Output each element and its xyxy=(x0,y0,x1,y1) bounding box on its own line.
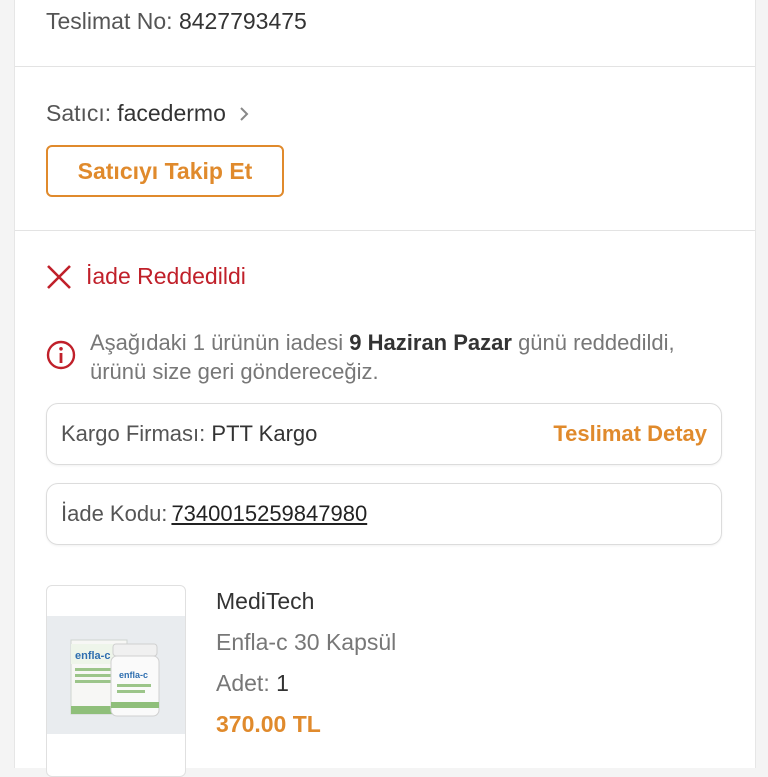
delivery-number-value: 8427793475 xyxy=(178,8,307,34)
cargo-box: Kargo Firması: PTT Kargo Teslimat Detay xyxy=(46,403,722,465)
product-brand: MediTech xyxy=(216,588,315,614)
cargo-company-name: PTT Kargo xyxy=(211,421,318,446)
info-date: 9 Haziran Pazar xyxy=(349,330,512,355)
quantity-value: 1 xyxy=(276,670,289,696)
delivery-number-section: Teslimat No: 8427793475 xyxy=(15,0,755,67)
product-image-label-bottle: enfla-c xyxy=(119,670,148,680)
seller-link[interactable]: Satıcı: facedermo xyxy=(46,100,252,127)
return-status: İade Reddedildi xyxy=(46,263,246,290)
delivery-number-label: Teslimat No: xyxy=(46,8,173,34)
product-quantity: Adet: 1 xyxy=(216,670,396,697)
info-text-before: Aşağıdaki 1 ürünün iadesi xyxy=(90,330,344,355)
quantity-label: Adet: xyxy=(216,670,270,696)
return-code-box: İade Kodu: 7340015259847980 xyxy=(46,483,722,545)
product-image-label-box: enfla-c xyxy=(75,650,110,662)
product-image[interactable]: enfla-c enfla-c xyxy=(46,585,186,777)
follow-seller-button[interactable]: Satıcıyı Takip Et xyxy=(46,145,284,197)
info-icon xyxy=(46,340,76,370)
seller-label: Satıcı: xyxy=(46,100,112,126)
product-price: 370.00 TL xyxy=(216,711,321,737)
cargo-label: Kargo Firması: xyxy=(61,421,206,446)
cargo-company: Kargo Firması: PTT Kargo xyxy=(61,421,317,447)
product-info: MediTech Enfla-c 30 Kapsül Adet: 1 370.0… xyxy=(216,588,396,738)
return-status-label: İade Reddedildi xyxy=(86,263,246,289)
return-code-label: İade Kodu: xyxy=(61,501,168,526)
delivery-detail-link[interactable]: Teslimat Detay xyxy=(553,421,707,447)
close-icon xyxy=(47,264,71,289)
product-name[interactable]: Enfla-c 30 Kapsül xyxy=(216,629,396,656)
delivery-number: Teslimat No: 8427793475 xyxy=(46,8,307,35)
seller-section: Satıcı: facedermo Satıcıyı Takip Et xyxy=(15,66,755,231)
return-info-message: Aşağıdaki 1 ürünün iadesi 9 Haziran Paza… xyxy=(46,328,686,386)
return-code-value[interactable]: 7340015259847980 xyxy=(171,501,367,527)
order-detail-page: Teslimat No: 8427793475 Satıcı: facederm… xyxy=(14,0,756,777)
return-info-text: Aşağıdaki 1 ürünün iadesi 9 Haziran Paza… xyxy=(90,328,686,386)
product-photo: enfla-c enfla-c xyxy=(47,616,185,734)
seller-name: facedermo xyxy=(117,100,226,126)
chevron-right-icon xyxy=(240,106,249,121)
